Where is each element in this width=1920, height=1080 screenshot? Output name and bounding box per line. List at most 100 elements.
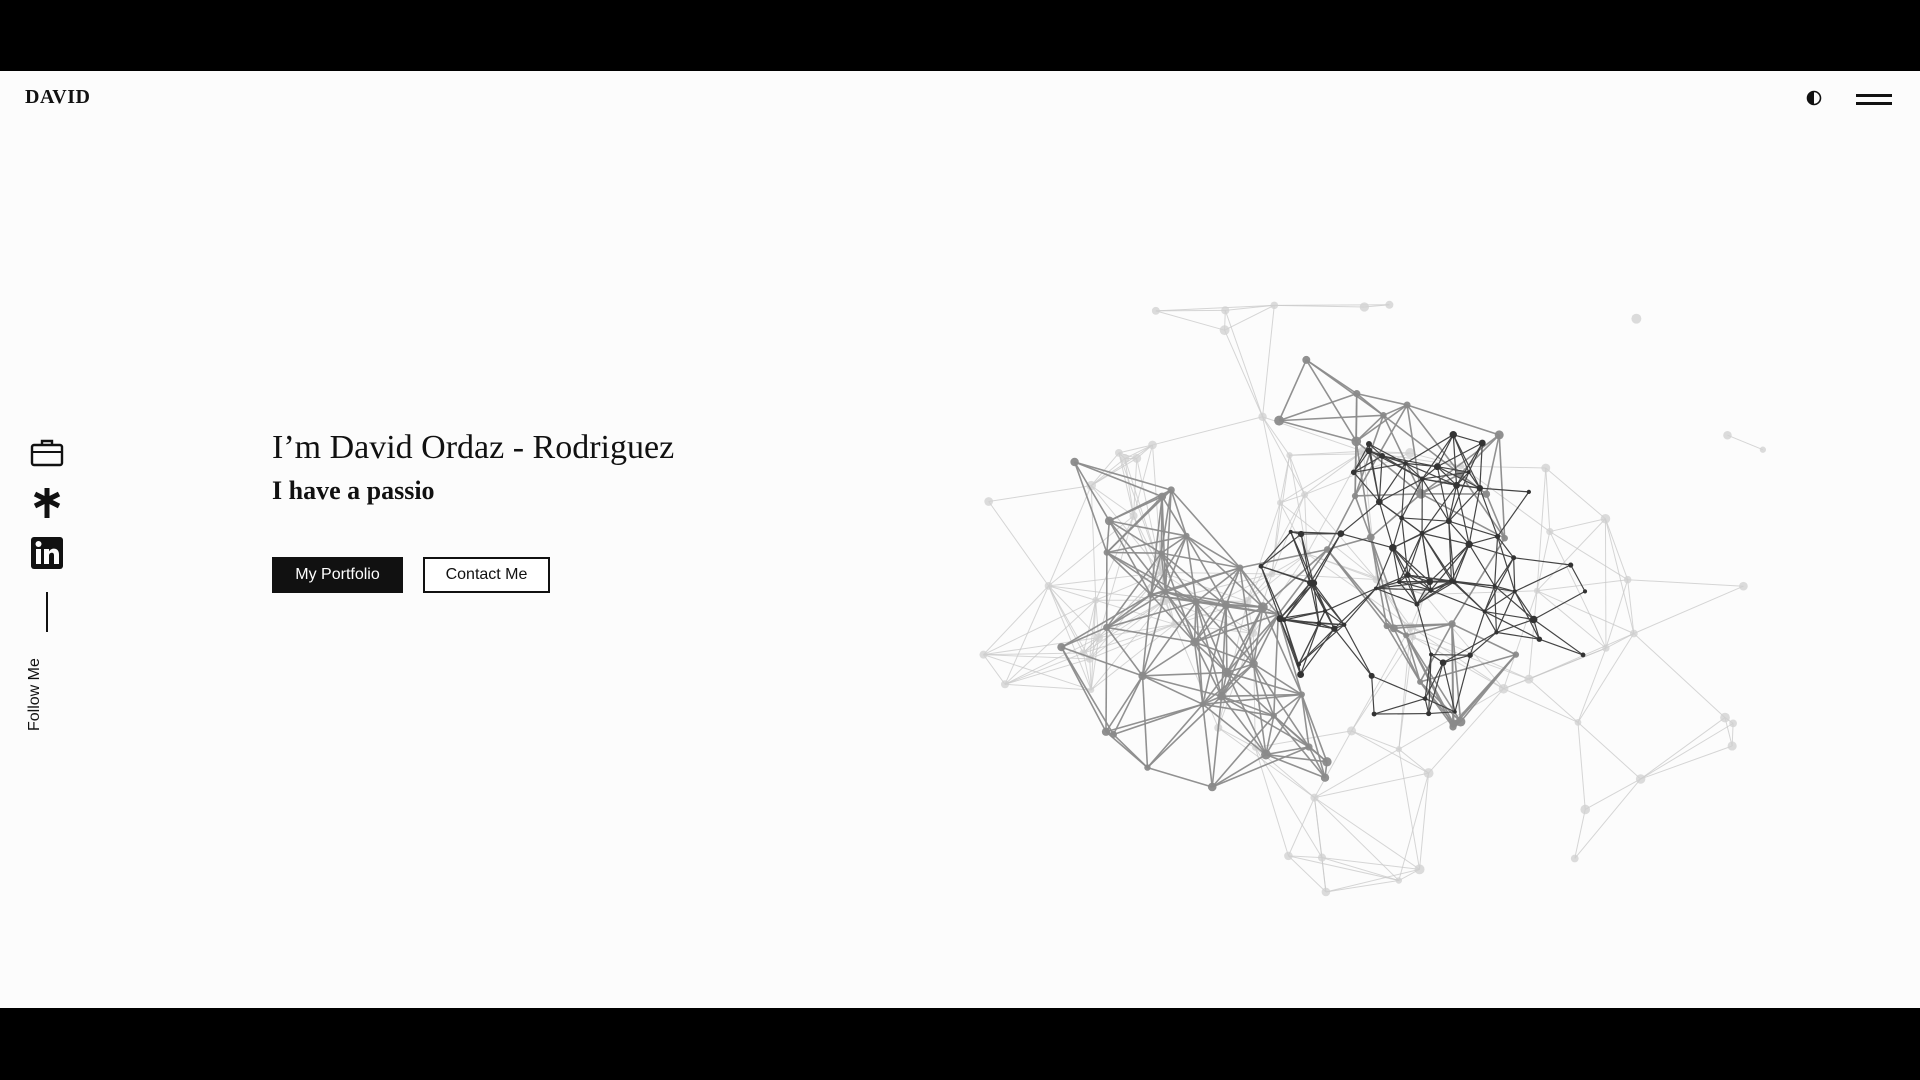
network-node xyxy=(1426,578,1434,586)
network-edge xyxy=(1289,455,1308,554)
network-node xyxy=(1512,651,1520,658)
network-node xyxy=(1109,730,1117,738)
hamburger-menu-icon[interactable] xyxy=(1856,89,1892,109)
network-edge xyxy=(1577,721,1641,780)
network-edge xyxy=(1536,590,1635,634)
network-node xyxy=(1568,562,1574,568)
network-node xyxy=(1729,719,1737,728)
network-edge xyxy=(1279,450,1364,504)
network-node xyxy=(1306,579,1314,587)
network-node xyxy=(1417,678,1424,685)
network-edge xyxy=(1545,468,1551,532)
network-edge xyxy=(1528,678,1579,723)
network-node xyxy=(1466,470,1471,475)
network-node xyxy=(1371,711,1377,717)
menu-line xyxy=(1856,102,1892,105)
network-node xyxy=(1044,581,1053,590)
follow-me-label: Follow Me xyxy=(26,658,43,731)
network-edge xyxy=(1106,626,1144,677)
network-node xyxy=(1623,575,1632,584)
network-node xyxy=(1403,461,1408,466)
network-node xyxy=(1403,401,1411,409)
network-node xyxy=(1305,743,1313,751)
network-node xyxy=(1258,563,1264,569)
network-edge xyxy=(1633,633,1726,718)
network-node xyxy=(1602,644,1610,652)
network-node xyxy=(1249,659,1258,669)
network-edge xyxy=(1503,688,1579,723)
network-edge xyxy=(988,485,1092,503)
network-node xyxy=(1476,484,1483,492)
network-edge xyxy=(1496,618,1534,633)
network-node xyxy=(1138,671,1147,681)
network-node xyxy=(1351,492,1359,500)
network-node xyxy=(1414,601,1420,607)
network-edge xyxy=(1142,675,1222,698)
hero-title: I’m David Ordaz - Rodriguez xyxy=(272,429,675,466)
network-node xyxy=(1759,446,1767,453)
network-edge xyxy=(1459,434,1500,475)
network-node xyxy=(1359,302,1370,312)
linkedin-icon[interactable] xyxy=(30,536,64,570)
network-edge xyxy=(1147,766,1213,788)
network-node xyxy=(1494,630,1499,635)
asterisk-icon[interactable] xyxy=(30,486,64,520)
network-node xyxy=(1190,637,1199,647)
network-node xyxy=(1298,691,1305,698)
network-edge xyxy=(1498,434,1506,539)
network-node xyxy=(1337,530,1345,538)
network-edge xyxy=(1513,557,1571,566)
my-portfolio-button[interactable]: My Portfolio xyxy=(272,557,403,593)
network-node xyxy=(1310,793,1319,802)
network-edge xyxy=(1142,671,1227,677)
network-node xyxy=(1529,615,1538,624)
network-edge xyxy=(983,654,1006,685)
network-edge xyxy=(1262,305,1275,417)
network-edge xyxy=(1325,880,1399,893)
network-node xyxy=(1533,587,1541,594)
network-edge xyxy=(1333,587,1377,630)
network-edge xyxy=(1004,599,1097,685)
network-edge xyxy=(1324,587,1377,612)
network-edge xyxy=(1452,434,1481,489)
network-edge xyxy=(1494,557,1515,587)
network-node xyxy=(1167,486,1175,494)
network-edge xyxy=(1106,551,1162,554)
site-logo[interactable]: DAVID xyxy=(25,86,90,109)
network-edge xyxy=(1640,717,1726,780)
network-node xyxy=(1449,430,1457,439)
network-node xyxy=(1374,586,1378,591)
network-node xyxy=(1346,726,1357,736)
network-edge xyxy=(1155,310,1225,331)
network-node xyxy=(1368,672,1375,679)
network-node xyxy=(1092,596,1100,604)
network-edge xyxy=(1273,693,1303,717)
contrast-icon[interactable] xyxy=(1806,90,1822,106)
network-edge xyxy=(1539,638,1584,656)
network-edge xyxy=(1152,416,1263,446)
network-edge xyxy=(988,501,1049,587)
network-edge xyxy=(1419,773,1430,870)
network-node xyxy=(1094,633,1103,643)
network-node xyxy=(1482,490,1491,498)
network-node xyxy=(1129,511,1138,520)
contact-me-button[interactable]: Contact Me xyxy=(423,557,550,593)
network-edge xyxy=(1170,489,1188,537)
network-node xyxy=(1258,412,1267,421)
network-node xyxy=(1445,518,1452,525)
network-edge xyxy=(1340,501,1380,535)
briefcase-icon[interactable] xyxy=(30,436,64,470)
network-node xyxy=(1635,774,1646,784)
network-edge xyxy=(1279,455,1291,503)
network-node xyxy=(1448,620,1456,628)
network-node xyxy=(1284,851,1293,861)
network-node xyxy=(1414,864,1425,875)
network-node xyxy=(1320,773,1330,782)
network-edge xyxy=(1398,772,1430,881)
network-node xyxy=(1482,609,1487,614)
network-node xyxy=(1316,621,1322,626)
network-node xyxy=(1350,469,1357,476)
page-viewport: DAVID Follow Me I’m David Ordaz - Rodrig… xyxy=(0,71,1920,1008)
network-edge xyxy=(1423,594,1504,690)
network-edge xyxy=(1278,359,1308,421)
